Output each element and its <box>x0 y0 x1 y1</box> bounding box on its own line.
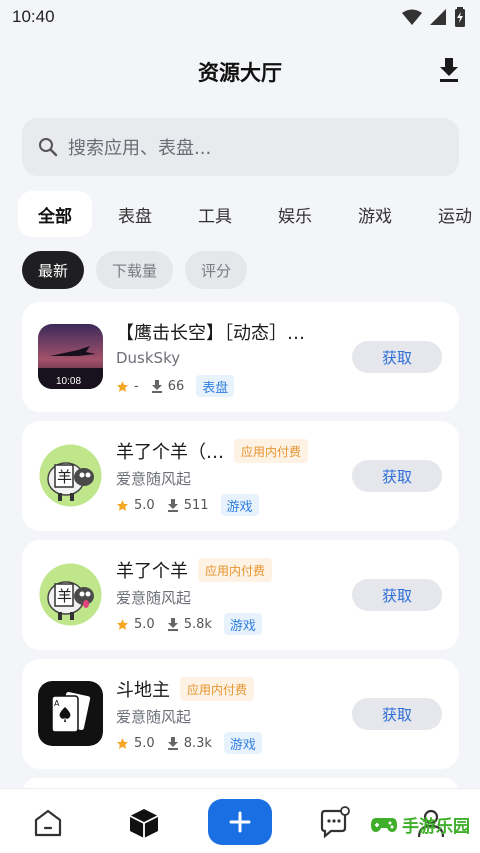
app-rating: 5.0 <box>134 735 155 751</box>
nav-resources[interactable] <box>127 806 161 840</box>
app-card[interactable]: 羊 羊了个羊 应用内付费 爱意随风起 5.0 5.8k 游戏 获取 <box>22 540 459 650</box>
star-icon <box>117 737 128 749</box>
chat-icon <box>320 806 350 839</box>
tab-entertainment[interactable]: 娱乐 <box>258 191 332 237</box>
app-meta: 5.0 8.3k 游戏 <box>116 732 262 754</box>
app-developer: 爱意随风起 <box>116 589 192 607</box>
category-tag: 游戏 <box>223 613 262 635</box>
app-name: 羊了个羊（… <box>116 442 224 463</box>
status-time: 10:40 <box>12 7 55 26</box>
tab-all[interactable]: 全部 <box>18 191 92 237</box>
category-tag: 表盘 <box>196 375 235 397</box>
sort-chips: 最新 下载量 评分 <box>22 251 248 289</box>
get-button[interactable]: 获取 <box>352 341 442 373</box>
app-rating: 5.0 <box>134 616 155 632</box>
download-count-icon <box>167 736 178 750</box>
category-tag: 游戏 <box>223 732 262 754</box>
get-button[interactable]: 获取 <box>352 579 442 611</box>
svg-text:A: A <box>54 699 60 708</box>
nav-messages[interactable] <box>318 806 352 840</box>
app-rating: - <box>134 378 139 394</box>
download-button[interactable] <box>436 56 462 84</box>
in-app-purchase-badge: 应用内付费 <box>234 439 309 463</box>
app-developer: DuskSky <box>116 349 181 367</box>
category-tag: 游戏 <box>220 494 259 516</box>
in-app-purchase-badge: 应用内付费 <box>180 677 255 701</box>
app-card[interactable]: 羊 羊了个羊（… 应用内付费 爱意随风起 5.0 511 游戏 获取 <box>22 421 459 531</box>
cellular-icon <box>430 9 446 25</box>
tab-sports[interactable]: 运动 <box>418 191 480 237</box>
nav-home[interactable] <box>31 806 65 840</box>
svg-text:羊: 羊 <box>57 468 72 486</box>
app-downloads: 511 <box>183 497 209 513</box>
tab-tools[interactable]: 工具 <box>178 191 252 237</box>
get-button[interactable]: 获取 <box>352 698 442 730</box>
app-meta: - 66 表盘 <box>116 375 235 397</box>
app-name: 羊了个羊 <box>116 561 188 582</box>
search-icon <box>39 138 58 157</box>
home-icon <box>34 809 62 837</box>
gamepad-icon <box>371 817 397 832</box>
tab-games[interactable]: 游戏 <box>338 191 412 237</box>
app-card[interactable]: A 斗地主 应用内付费 爱意随风起 5.0 8.3k 游戏 获取 <box>22 659 459 769</box>
app-name: 斗地主 <box>116 680 170 701</box>
app-meta: 5.0 511 游戏 <box>116 494 259 516</box>
status-bar: 10:40 <box>0 0 480 34</box>
app-developer: 爱意随风起 <box>116 708 192 726</box>
app-icon: 羊 <box>38 562 103 627</box>
svg-text:羊: 羊 <box>57 587 72 605</box>
app-developer: 爱意随风起 <box>116 470 192 488</box>
tab-watchface[interactable]: 表盘 <box>98 191 172 237</box>
page-title: 资源大厅 <box>198 61 282 85</box>
in-app-purchase-badge: 应用内付费 <box>198 558 273 582</box>
sort-rating[interactable]: 评分 <box>185 251 248 289</box>
app-meta: 5.0 5.8k 游戏 <box>116 613 262 635</box>
header: 资源大厅 <box>0 44 480 100</box>
app-name: 【鹰击长空】［动态］… <box>116 323 305 344</box>
wifi-icon <box>402 9 422 25</box>
download-count-icon <box>167 498 178 512</box>
sort-downloads[interactable]: 下载量 <box>96 251 174 289</box>
star-icon <box>117 380 128 392</box>
app-downloads: 8.3k <box>183 735 212 751</box>
battery-icon <box>455 7 465 27</box>
download-count-icon <box>167 617 178 631</box>
search-input[interactable]: 搜索应用、表盘... <box>22 118 459 176</box>
search-placeholder: 搜索应用、表盘... <box>68 138 212 159</box>
star-icon <box>117 499 128 511</box>
app-downloads: 5.8k <box>183 616 212 632</box>
watermark-logo: 手游乐园 <box>370 812 470 837</box>
sort-latest[interactable]: 最新 <box>22 251 85 289</box>
icon-clock-time: 10:08 <box>56 376 81 387</box>
app-icon: 羊 <box>38 443 103 508</box>
get-button[interactable]: 获取 <box>352 460 442 492</box>
download-count-icon <box>151 379 162 393</box>
app-icon: 10:08 <box>38 324 103 389</box>
download-icon <box>440 58 458 82</box>
app-downloads: 66 <box>167 378 185 394</box>
watermark-text: 手游乐园 <box>402 817 470 837</box>
app-card[interactable]: 10:08 【鹰击长空】［动态］… DuskSky - 66 表盘 获取 <box>22 302 459 412</box>
cube-icon <box>129 809 159 838</box>
category-tabs: 全部 表盘 工具 娱乐 游戏 运动 <box>18 190 480 238</box>
star-icon <box>117 618 128 630</box>
app-rating: 5.0 <box>134 497 155 513</box>
plus-icon <box>229 811 251 833</box>
status-icons <box>402 7 466 27</box>
add-button[interactable] <box>208 799 272 845</box>
app-icon: A <box>38 681 103 746</box>
